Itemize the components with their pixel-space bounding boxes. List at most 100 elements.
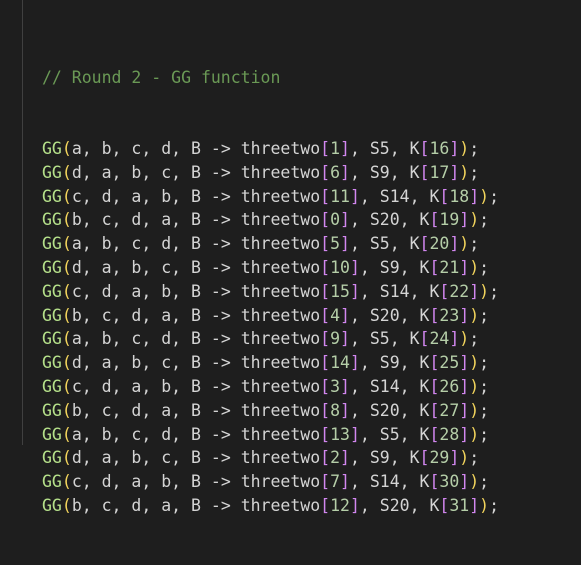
close-bracket: ] bbox=[449, 329, 460, 349]
open-paren: ( bbox=[61, 472, 72, 492]
shift-and-const: , S14, K bbox=[349, 472, 430, 492]
code-block[interactable]: // Round 2 - GG function GG(a, b, c, d, … bbox=[42, 18, 499, 565]
indent-guide bbox=[22, 0, 23, 445]
code-editor[interactable]: // Round 2 - GG function GG(a, b, c, d, … bbox=[0, 0, 581, 515]
close-paren: ) bbox=[459, 162, 470, 182]
open-bracket: [ bbox=[320, 210, 331, 230]
arguments: b, c, d, a, B -> threetwo bbox=[71, 400, 321, 420]
arguments: c, d, a, b, B -> threetwo bbox=[71, 472, 321, 492]
shift-and-const: , S20, K bbox=[349, 400, 430, 420]
constant-index: 20 bbox=[429, 234, 450, 254]
constant-index: 25 bbox=[439, 353, 460, 373]
open-bracket: [ bbox=[320, 400, 331, 420]
close-bracket: ] bbox=[459, 400, 470, 420]
close-paren: ) bbox=[469, 305, 480, 325]
open-bracket: [ bbox=[320, 329, 331, 349]
open-bracket: [ bbox=[320, 472, 331, 492]
close-paren: ) bbox=[469, 424, 480, 444]
open-paren: ( bbox=[61, 329, 72, 349]
array-index: 0 bbox=[330, 210, 341, 230]
code-line: GG(a, b, c, d, B -> threetwo[9], S5, K[2… bbox=[42, 327, 499, 351]
close-paren: ) bbox=[469, 257, 480, 277]
constant-index: 19 bbox=[439, 210, 460, 230]
open-bracket: [ bbox=[320, 448, 331, 468]
function-name: GG bbox=[42, 424, 62, 444]
close-bracket: ] bbox=[349, 353, 360, 373]
arguments: c, d, a, b, B -> threetwo bbox=[71, 281, 321, 301]
arguments: c, d, a, b, B -> threetwo bbox=[71, 376, 321, 396]
close-bracket: ] bbox=[349, 424, 360, 444]
open-paren: ( bbox=[61, 210, 72, 230]
close-bracket: ] bbox=[340, 210, 350, 230]
function-name: GG bbox=[42, 472, 62, 492]
code-line: GG(b, c, d, a, B -> threetwo[8], S20, K[… bbox=[42, 399, 499, 423]
open-bracket: [ bbox=[419, 448, 430, 468]
array-index: 4 bbox=[330, 305, 341, 325]
close-bracket: ] bbox=[449, 162, 460, 182]
open-paren: ( bbox=[61, 257, 72, 277]
code-line: GG(c, d, a, b, B -> threetwo[11], S14, K… bbox=[42, 185, 499, 209]
function-name: GG bbox=[42, 305, 62, 325]
semicolon: ; bbox=[469, 329, 480, 349]
semicolon: ; bbox=[479, 376, 490, 396]
close-paren: ) bbox=[479, 495, 490, 515]
shift-and-const: , S14, K bbox=[359, 281, 440, 301]
constant-index: 22 bbox=[449, 281, 470, 301]
function-name: GG bbox=[42, 376, 62, 396]
shift-and-const: , S20, K bbox=[349, 210, 430, 230]
open-paren: ( bbox=[61, 400, 72, 420]
function-name: GG bbox=[42, 234, 62, 254]
function-name: GG bbox=[42, 186, 62, 206]
open-bracket: [ bbox=[419, 329, 430, 349]
array-index: 13 bbox=[330, 424, 350, 444]
close-paren: ) bbox=[469, 376, 480, 396]
open-bracket: [ bbox=[320, 376, 331, 396]
array-index: 12 bbox=[330, 495, 350, 515]
semicolon: ; bbox=[479, 210, 490, 230]
constant-index: 29 bbox=[429, 448, 450, 468]
open-bracket: [ bbox=[320, 257, 331, 277]
close-paren: ) bbox=[469, 353, 480, 373]
semicolon: ; bbox=[489, 186, 500, 206]
array-index: 9 bbox=[330, 329, 341, 349]
code-line: GG(d, a, b, c, B -> threetwo[2], S9, K[2… bbox=[42, 446, 499, 470]
close-bracket: ] bbox=[340, 448, 350, 468]
arguments: d, a, b, c, B -> threetwo bbox=[71, 257, 321, 277]
shift-and-const: , S5, K bbox=[349, 138, 420, 158]
constant-index: 31 bbox=[449, 495, 470, 515]
semicolon: ; bbox=[489, 281, 500, 301]
open-paren: ( bbox=[61, 305, 72, 325]
open-bracket: [ bbox=[320, 234, 331, 254]
open-paren: ( bbox=[61, 138, 72, 158]
open-bracket: [ bbox=[419, 138, 430, 158]
close-bracket: ] bbox=[459, 353, 470, 373]
function-name: GG bbox=[42, 353, 62, 373]
close-paren: ) bbox=[479, 281, 490, 301]
close-bracket: ] bbox=[449, 234, 460, 254]
code-line: GG(b, c, d, a, B -> threetwo[12], S20, K… bbox=[42, 494, 499, 518]
open-bracket: [ bbox=[320, 305, 331, 325]
close-bracket: ] bbox=[340, 234, 350, 254]
function-name: GG bbox=[42, 162, 62, 182]
semicolon: ; bbox=[479, 257, 490, 277]
close-paren: ) bbox=[459, 138, 470, 158]
close-bracket: ] bbox=[459, 257, 470, 277]
constant-index: 17 bbox=[429, 162, 450, 182]
constant-index: 16 bbox=[429, 138, 450, 158]
arguments: d, a, b, c, B -> threetwo bbox=[71, 162, 321, 182]
close-bracket: ] bbox=[349, 257, 360, 277]
close-bracket: ] bbox=[340, 376, 350, 396]
open-bracket: [ bbox=[439, 186, 450, 206]
array-index: 2 bbox=[330, 448, 341, 468]
constant-index: 18 bbox=[449, 186, 470, 206]
constant-index: 24 bbox=[429, 329, 450, 349]
open-bracket: [ bbox=[320, 353, 331, 373]
close-paren: ) bbox=[459, 329, 470, 349]
open-bracket: [ bbox=[320, 138, 331, 158]
open-bracket: [ bbox=[419, 234, 430, 254]
array-index: 14 bbox=[330, 353, 350, 373]
arguments: a, b, c, d, B -> threetwo bbox=[71, 329, 321, 349]
array-index: 3 bbox=[330, 376, 341, 396]
open-paren: ( bbox=[61, 186, 72, 206]
arguments: c, d, a, b, B -> threetwo bbox=[71, 186, 321, 206]
